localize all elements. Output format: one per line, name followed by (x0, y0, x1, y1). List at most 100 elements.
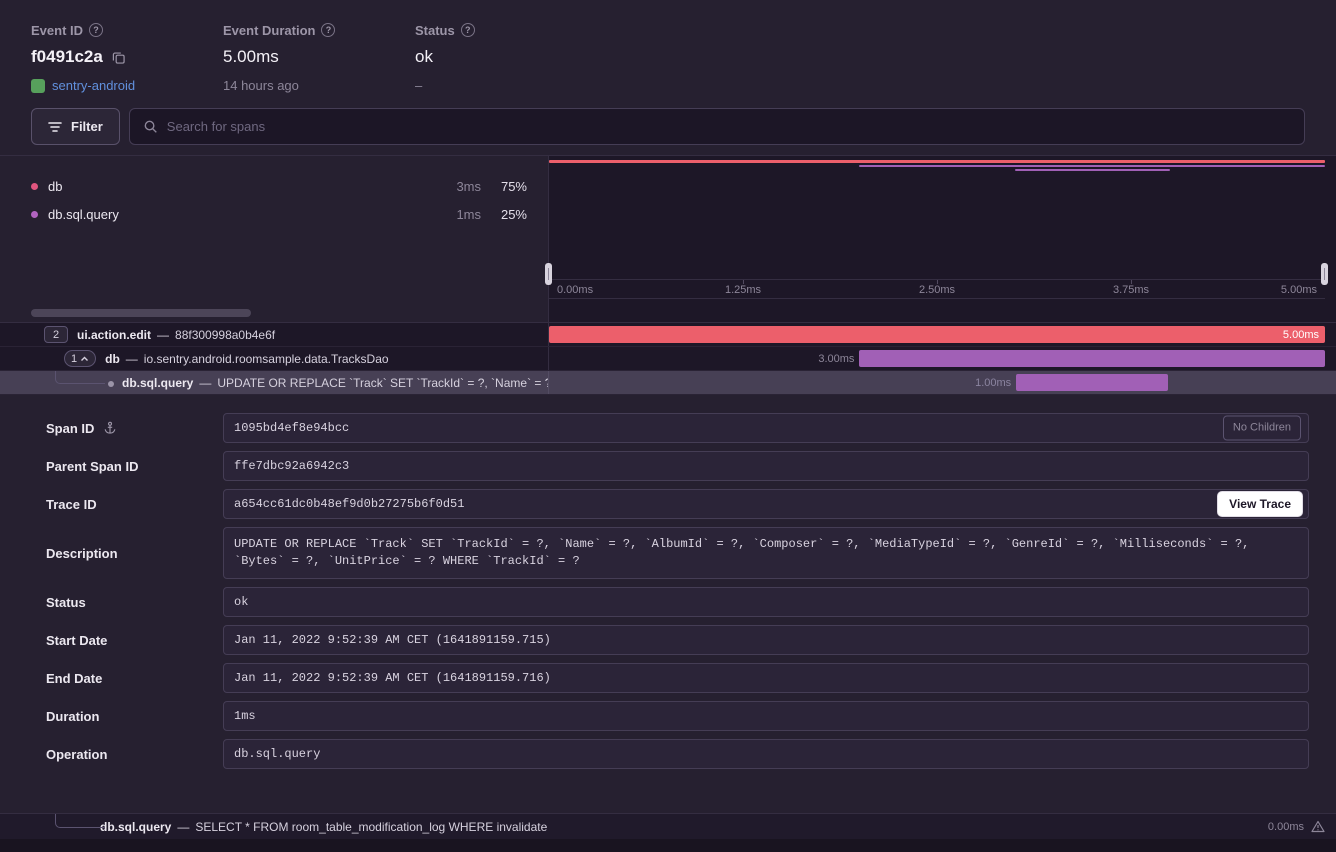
help-icon[interactable]: ? (321, 23, 335, 37)
trace-minimap-section: db 3ms 75% db.sql.query 1ms 25% 0.00ms (0, 155, 1336, 322)
span-duration-bar[interactable]: 5.00ms (549, 326, 1325, 343)
detail-row-parent-span-id: Parent Span ID ffe7dbc92a6942c3 (46, 451, 1309, 481)
duration-field[interactable]: 1ms (223, 701, 1309, 731)
bottom-strip (0, 839, 1336, 852)
start-date-field[interactable]: Jan 11, 2022 9:52:39 AM CET (1641891159.… (223, 625, 1309, 655)
spans-toolbar: Filter (0, 108, 1336, 145)
span-row-db-sql-query-selected[interactable]: db.sql.query — UPDATE OR REPLACE `Track`… (0, 371, 1336, 395)
minimap-timeline[interactable]: 0.00ms 1.25ms 2.50ms 3.75ms 5.00ms (548, 156, 1336, 322)
view-trace-button[interactable]: View Trace (1217, 491, 1303, 517)
span-duration-label: 5.00ms (1283, 329, 1319, 341)
event-id-label: Event ID (31, 23, 83, 38)
parent-span-id-value: ffe7dbc92a6942c3 (234, 458, 349, 475)
copy-icon[interactable] (112, 51, 125, 64)
status-block: Status ? ok – (415, 22, 607, 94)
end-date-value: Jan 11, 2022 9:52:39 AM CET (1641891159.… (234, 670, 551, 687)
anchor-icon[interactable] (103, 421, 117, 435)
detail-row-operation: Operation db.sql.query (46, 739, 1309, 769)
operation-value: db.sql.query (234, 746, 320, 763)
minimap-inner: 0.00ms 1.25ms 2.50ms 3.75ms 5.00ms (549, 156, 1325, 322)
span-row-db[interactable]: 1 db — io.sentry.android.roomsample.data… (0, 347, 1336, 371)
child-count: 1 (71, 353, 77, 365)
trace-id-field[interactable]: a654cc61dc0b48ef9d0b27275b6f0d51 View Tr… (223, 489, 1309, 519)
minimap-span-line-ui-action-edit (549, 160, 1325, 163)
op-name: db (48, 179, 431, 194)
span-children-count-badge[interactable]: 2 (44, 326, 68, 343)
viewport-handle-right[interactable] (1321, 263, 1328, 285)
tree-connector-dot (108, 381, 114, 387)
event-id-block: Event ID ? f0491c2a sentry-android (31, 22, 223, 94)
span-bar-track[interactable]: 3.00ms (548, 347, 1336, 370)
end-date-field[interactable]: Jan 11, 2022 9:52:39 AM CET (1641891159.… (223, 663, 1309, 693)
parent-span-id-label: Parent Span ID (46, 459, 138, 474)
span-id-field[interactable]: 1095bd4ef8e94bcc No Children (223, 413, 1309, 443)
minimap-span-line-db-sql-query (1015, 169, 1170, 171)
tree-connector-line (55, 814, 105, 828)
span-expand-badge[interactable]: 1 (64, 350, 96, 367)
time-axis: 0.00ms 1.25ms 2.50ms 3.75ms 5.00ms (549, 279, 1325, 299)
description-field[interactable]: UPDATE OR REPLACE `Track` SET `TrackId` … (223, 527, 1309, 579)
span-duration-label: 1.00ms (975, 371, 1011, 395)
event-duration-value: 5.00ms (223, 47, 279, 67)
span-description: io.sentry.android.roomsample.data.Tracks… (144, 352, 389, 366)
status-detail-label: Status (46, 595, 86, 610)
span-row-ui-action-edit[interactable]: 2 ui.action.edit — 88f300998a0b4e6f 5.00… (0, 323, 1336, 347)
start-date-label: Start Date (46, 633, 107, 648)
span-row-db-sql-query-select[interactable]: db.sql.query — SELECT * FROM room_table_… (0, 813, 1336, 839)
span-tree: 2 ui.action.edit — 88f300998a0b4e6f 5.00… (0, 322, 1336, 395)
separator: — (126, 352, 138, 366)
span-duration-label: 3.00ms (818, 347, 854, 371)
operation-field[interactable]: db.sql.query (223, 739, 1309, 769)
axis-tick: 1.25ms (725, 284, 761, 296)
android-platform-icon (31, 79, 45, 93)
operation-label: Operation (46, 747, 107, 762)
separator: — (177, 820, 189, 834)
filter-button-label: Filter (71, 119, 103, 134)
description-value: UPDATE OR REPLACE `Track` SET `TrackId` … (234, 536, 1298, 570)
trace-id-value: a654cc61dc0b48ef9d0b27275b6f0d51 (234, 496, 464, 513)
search-icon (143, 119, 158, 134)
event-duration-relative: 14 hours ago (223, 78, 299, 93)
span-details-panel: Span ID 1095bd4ef8e94bcc No Children Par… (0, 395, 1336, 813)
span-op: db.sql.query (100, 820, 171, 834)
project-link[interactable]: sentry-android (52, 78, 135, 93)
span-op: ui.action.edit (77, 328, 151, 342)
span-duration-bar[interactable] (1016, 374, 1168, 391)
trace-id-label: Trace ID (46, 497, 97, 512)
status-field[interactable]: ok (223, 587, 1309, 617)
viewport-handle-left[interactable] (545, 263, 552, 285)
minimap-scrollbar[interactable] (31, 309, 251, 317)
help-icon[interactable]: ? (461, 23, 475, 37)
separator: — (157, 328, 169, 342)
help-icon[interactable]: ? (89, 23, 103, 37)
event-duration-block: Event Duration ? 5.00ms 14 hours ago (223, 22, 415, 94)
legend-item-db-sql-query[interactable]: db.sql.query 1ms 25% (31, 200, 527, 228)
detail-row-status: Status ok (46, 587, 1309, 617)
span-op: db (105, 352, 120, 366)
legend-item-db[interactable]: db 3ms 75% (31, 172, 527, 200)
detail-row-description: Description UPDATE OR REPLACE `Track` SE… (46, 527, 1309, 579)
filter-button[interactable]: Filter (31, 108, 120, 145)
axis-tick: 3.75ms (1113, 284, 1149, 296)
axis-tick: 5.00ms (1281, 284, 1317, 296)
span-duration-bar[interactable] (859, 350, 1325, 367)
event-id-value: f0491c2a (31, 47, 103, 67)
event-duration-label: Event Duration (223, 23, 315, 38)
end-date-label: End Date (46, 671, 102, 686)
status-sub: – (415, 78, 422, 93)
status-value: ok (415, 47, 433, 67)
span-search[interactable] (129, 108, 1305, 145)
detail-row-end-date: End Date Jan 11, 2022 9:52:39 AM CET (16… (46, 663, 1309, 693)
parent-span-id-field[interactable]: ffe7dbc92a6942c3 (223, 451, 1309, 481)
search-input[interactable] (167, 119, 1291, 134)
duration-detail-value: 1ms (234, 708, 256, 725)
span-bar-track[interactable]: 1.00ms (548, 371, 1336, 394)
description-label: Description (46, 546, 118, 561)
span-bar-track[interactable]: 5.00ms (548, 323, 1336, 346)
span-id-value: 1095bd4ef8e94bcc (234, 420, 349, 437)
op-duration: 1ms (431, 207, 481, 222)
minimap-span-line-db (859, 165, 1325, 167)
op-color-dot (31, 183, 38, 190)
span-duration-label: 0.00ms (1268, 821, 1304, 833)
warning-icon (1311, 820, 1325, 833)
